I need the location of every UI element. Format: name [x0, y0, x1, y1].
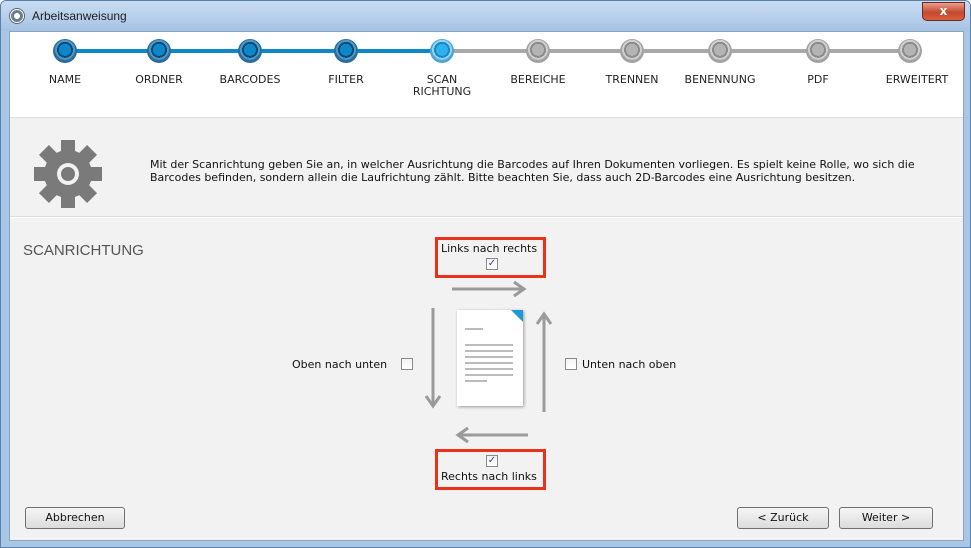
document-line	[465, 344, 513, 346]
info-panel: Mit der Scanrichtung geben Sie an, in we…	[10, 117, 963, 217]
arrow-up-icon	[535, 311, 553, 412]
dialog-client: NAME ORDNER BARCODES FILTER SCAN RICHTUN…	[9, 31, 964, 541]
step-connector	[720, 49, 818, 53]
step-label-erweitert[interactable]: ERWEITERT	[872, 74, 962, 86]
next-button[interactable]: Weiter >	[839, 507, 933, 529]
document-line	[465, 350, 513, 352]
document-corner	[511, 310, 523, 322]
step-label-barcodes[interactable]: BARCODES	[205, 74, 295, 86]
window-title: Arbeitsanweisung	[32, 9, 127, 23]
step-label-pdf[interactable]: PDF	[773, 74, 863, 86]
step-label-scanrichtung[interactable]: SCAN RICHTUNG	[397, 74, 487, 98]
option-left-to-right-checkbox[interactable]: ✓	[486, 258, 498, 270]
arrow-left-icon	[455, 426, 528, 444]
step-label-ordner[interactable]: ORDNER	[114, 74, 204, 86]
arrow-right-icon	[452, 280, 527, 298]
title-bar[interactable]: Arbeitsanweisung x	[1, 1, 970, 31]
cancel-button[interactable]: Abbrechen	[25, 507, 125, 529]
scan-direction-panel: SCANRICHTUNG Links nach rechts ✓ Oben na…	[10, 218, 963, 540]
step-dot-erweitert[interactable]	[898, 39, 922, 63]
option-bottom-to-top-label: Unten nach oben	[582, 358, 677, 371]
step-label-benennung[interactable]: BENENNUNG	[675, 74, 765, 86]
arrow-down-icon	[424, 308, 442, 409]
step-dot-benennung[interactable]	[708, 39, 732, 63]
step-dot-scanrichtung[interactable]	[430, 39, 454, 63]
option-left-to-right-label: Links nach rechts	[441, 242, 538, 255]
document-line	[465, 328, 483, 330]
step-dot-bereiche[interactable]	[526, 39, 550, 63]
step-connector	[442, 49, 538, 53]
step-connector	[632, 49, 720, 53]
step-dot-name[interactable]	[53, 39, 77, 63]
info-text-line-2: Barcodes befinden, sondern allein die La…	[150, 171, 856, 184]
document-line	[465, 362, 513, 364]
back-button[interactable]: < Zurück	[737, 507, 829, 529]
step-connector	[250, 49, 342, 53]
wizard-stepper: NAME ORDNER BARCODES FILTER SCAN RICHTUN…	[10, 32, 963, 117]
step-label-filter[interactable]: FILTER	[301, 74, 391, 86]
step-label-bereiche[interactable]: BEREICHE	[493, 74, 583, 86]
step-dot-barcodes[interactable]	[238, 39, 262, 63]
option-right-to-left-checkbox[interactable]: ✓	[486, 455, 498, 467]
step-label-name[interactable]: NAME	[20, 74, 110, 86]
step-connector	[818, 49, 910, 53]
step-label-trennen[interactable]: TRENNEN	[587, 74, 677, 86]
section-title: SCANRICHTUNG	[23, 242, 144, 259]
info-text-line-1: Mit der Scanrichtung geben Sie an, in we…	[150, 158, 915, 171]
document-line	[465, 374, 513, 376]
step-dot-filter[interactable]	[334, 39, 358, 63]
info-text: Mit der Scanrichtung geben Sie an, in we…	[150, 158, 950, 184]
step-dot-ordner[interactable]	[147, 39, 171, 63]
app-window: Arbeitsanweisung x NAME ORDNER BARCODES …	[0, 0, 971, 548]
document-line	[465, 356, 513, 358]
step-connector	[160, 49, 246, 53]
step-dot-pdf[interactable]	[806, 39, 830, 63]
option-bottom-to-top-checkbox[interactable]	[565, 358, 577, 370]
document-icon	[457, 310, 523, 406]
step-connector	[346, 49, 438, 53]
gear-icon	[34, 140, 102, 208]
option-right-to-left-label: Rechts nach links	[441, 470, 537, 483]
app-icon	[9, 8, 25, 24]
step-dot-trennen[interactable]	[620, 39, 644, 63]
document-line	[465, 368, 513, 370]
document-line	[465, 380, 487, 382]
option-top-to-bottom-label: Oben nach unten	[292, 358, 388, 371]
close-button[interactable]: x	[922, 2, 965, 21]
step-connector	[538, 49, 632, 53]
step-connector	[70, 49, 156, 53]
option-top-to-bottom-checkbox[interactable]	[401, 358, 413, 370]
